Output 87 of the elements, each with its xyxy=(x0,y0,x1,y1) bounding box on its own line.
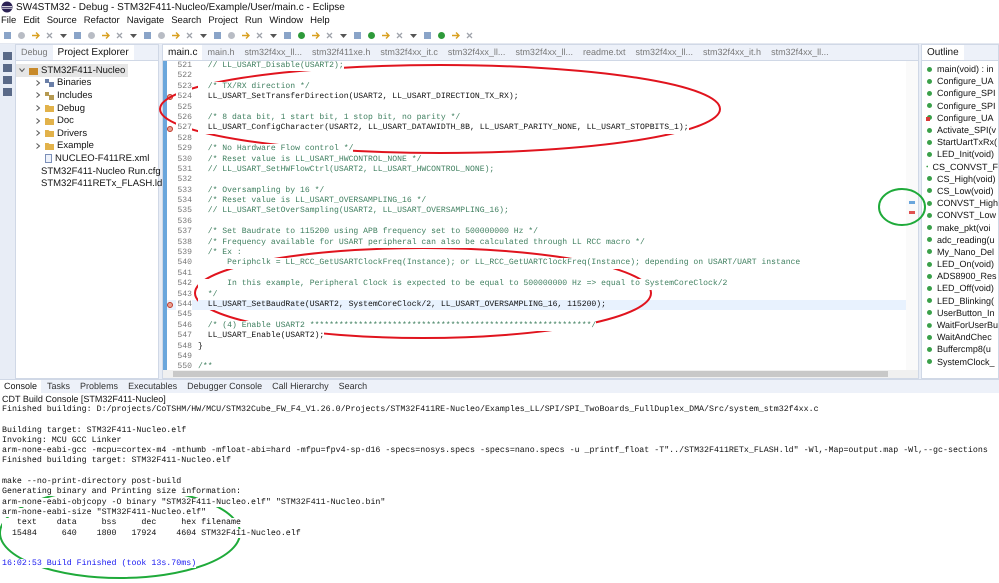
console-tab[interactable]: Problems xyxy=(76,380,122,393)
menu-item[interactable]: Edit xyxy=(23,15,40,26)
editor-tab[interactable]: stm32f4xx_ll... xyxy=(442,45,510,60)
menu-item[interactable]: Refactor xyxy=(84,15,120,26)
outline-item[interactable]: StartUartTxRx( xyxy=(922,136,998,148)
console-tab[interactable]: Debugger Console xyxy=(183,380,266,393)
menu-item[interactable]: Project xyxy=(208,15,238,26)
tree-item[interactable]: Debug xyxy=(16,102,158,114)
line-number: 544 xyxy=(176,300,192,310)
tree-item[interactable]: Doc xyxy=(16,114,158,127)
editor-tab[interactable]: stm32f4xx_it.c xyxy=(375,45,443,60)
chevron-icon[interactable] xyxy=(35,130,41,136)
file-icon xyxy=(45,154,52,163)
tree-item[interactable]: Example xyxy=(16,140,158,152)
menu-item[interactable]: Search xyxy=(171,15,202,26)
line-number: 550 xyxy=(176,362,192,370)
editor-tab[interactable]: stm32f4xx_ll... xyxy=(239,45,307,60)
editor-tab[interactable]: main.h xyxy=(202,45,240,60)
console-tab[interactable]: Search xyxy=(334,380,372,393)
window-title: SW4STM32 - Debug - STM32F411-Nucleo/Example/User/main.c - Eclipse xyxy=(16,2,345,12)
breakpoint-icon[interactable] xyxy=(167,126,173,132)
outline-item[interactable]: CS_Low(void) xyxy=(922,184,998,198)
menu-item[interactable]: File xyxy=(1,15,16,26)
outline-item[interactable]: LED_Off(void) xyxy=(922,282,998,295)
outline-item[interactable]: CS_High(void) xyxy=(922,172,998,185)
outline-item[interactable]: LED_On(void) xyxy=(922,258,998,270)
breakpoint-icon[interactable] xyxy=(167,94,173,100)
console-title: CDT Build Console [STM32F411-Nucleo] xyxy=(1,393,167,405)
outline-item[interactable]: CS_CONVST_F xyxy=(922,160,998,173)
breakpoint-icon[interactable] xyxy=(167,302,173,308)
line-number: 523 xyxy=(176,82,192,92)
outline-item[interactable]: adc_reading(u xyxy=(922,234,998,246)
chevron-icon[interactable] xyxy=(35,142,41,149)
console-tab[interactable]: Call Hierarchy xyxy=(268,380,333,393)
editor-tab[interactable]: stm32f4xx_ll... xyxy=(766,45,834,60)
method-flag-icon xyxy=(926,114,933,122)
tree-item[interactable]: STM32F411-Nucleo xyxy=(16,64,128,77)
outline-item[interactable]: CONVST_High xyxy=(922,197,998,210)
tree-item[interactable]: Includes xyxy=(16,89,158,102)
outline-item[interactable]: UserButton_In xyxy=(922,306,998,319)
outline-item[interactable]: Configure_SPI xyxy=(922,100,998,112)
outline-item[interactable]: CONVST_Low xyxy=(922,209,998,222)
menu-item[interactable]: Help xyxy=(310,15,330,26)
library-icon xyxy=(45,78,54,88)
outline-item[interactable]: WaitAndChec xyxy=(922,331,998,344)
tree-item[interactable]: Binaries xyxy=(16,76,158,90)
outline-item[interactable]: WaitForUserBu xyxy=(922,318,998,332)
library-icon xyxy=(45,90,54,100)
outline-item[interactable]: Configure_UA xyxy=(922,112,998,124)
outline-item[interactable]: Activate_SPI(v xyxy=(922,124,998,136)
outline-item[interactable]: main(void) : in xyxy=(922,63,998,76)
editor-tab[interactable]: stm32f4xx_ll... xyxy=(510,45,578,60)
editor-tab[interactable]: stm32f4xx_it.h xyxy=(698,45,766,60)
chevron-icon[interactable] xyxy=(35,105,41,112)
console-tab[interactable]: Tasks xyxy=(43,380,74,393)
tree-item[interactable]: Drivers xyxy=(16,126,158,140)
editor-tab[interactable]: stm32f4xx_ll... xyxy=(630,45,698,60)
horizontal-scrollbar[interactable] xyxy=(163,370,918,378)
outline-item[interactable]: My_Nano_Del xyxy=(922,246,998,258)
outline-tab[interactable]: Outline xyxy=(922,45,964,60)
tree-item[interactable]: STM32F411-Nucleo Run.cfg xyxy=(16,164,158,178)
outline-item[interactable]: Configure_UA xyxy=(922,75,998,88)
line-number: 526 xyxy=(176,112,192,124)
menu-item[interactable]: Window xyxy=(269,15,304,26)
project-icon xyxy=(29,66,38,75)
chevron-icon[interactable] xyxy=(35,80,41,86)
tree-item[interactable]: NUCLEO-F411RE.xml xyxy=(16,152,158,165)
menu-item[interactable]: Source xyxy=(46,15,77,26)
chevron-icon[interactable] xyxy=(35,92,41,98)
outline-item[interactable]: Configure_SPI xyxy=(922,87,998,100)
outline-item[interactable]: ADS8900_Res xyxy=(922,270,998,282)
panel-tab[interactable]: Debug xyxy=(16,45,53,60)
menu-item[interactable]: Run xyxy=(244,15,262,26)
outline-item[interactable]: LED_Blinking( xyxy=(922,294,998,307)
console-tab[interactable]: Executables xyxy=(124,380,182,393)
chevron-icon[interactable] xyxy=(35,118,41,124)
outline-item[interactable]: Buffercmp8(u xyxy=(922,343,998,356)
chevron-icon[interactable] xyxy=(19,67,25,74)
outline-item[interactable]: SystemClock_ xyxy=(922,356,998,368)
outline-item[interactable]: make_pkt(voi xyxy=(922,221,998,234)
editor-tab[interactable]: readme.txt xyxy=(578,45,630,60)
editor-tab[interactable]: stm32f411xe.h xyxy=(307,45,376,60)
console-tab[interactable]: Console xyxy=(0,380,42,393)
editor-tab[interactable]: main.c xyxy=(163,45,202,60)
panel-tab[interactable]: Project Explorer xyxy=(52,45,134,60)
menu-item[interactable]: Navigate xyxy=(126,15,164,26)
outline-item[interactable]: LED_Init(void) xyxy=(922,148,998,160)
